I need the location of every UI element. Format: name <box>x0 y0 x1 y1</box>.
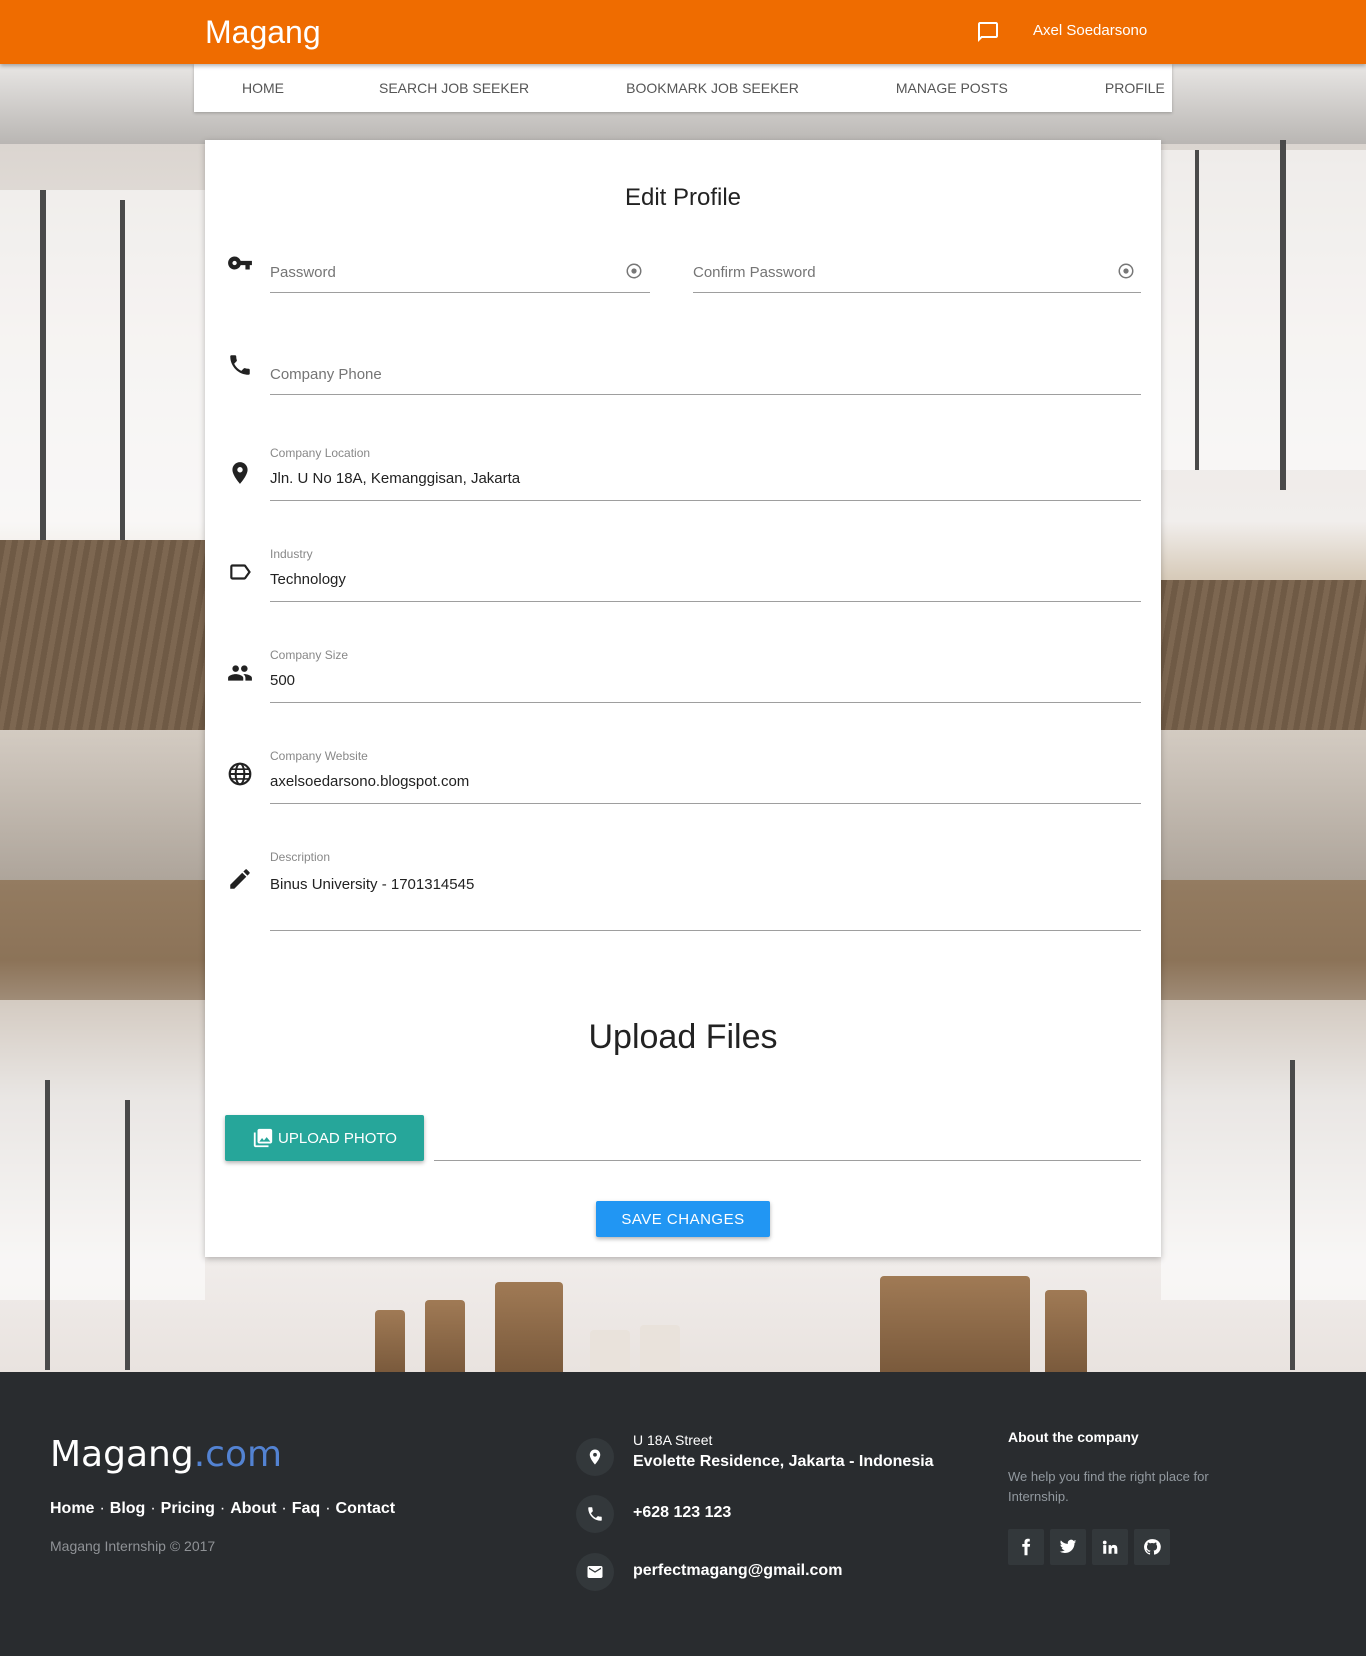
chat-icon[interactable] <box>976 20 1000 44</box>
photo-library-icon <box>253 1128 273 1148</box>
tag-icon <box>230 564 251 580</box>
globe-icon <box>228 762 252 786</box>
phone-icon <box>230 355 250 375</box>
company-website-underline <box>270 803 1141 804</box>
confirm-password-field[interactable] <box>693 262 1083 282</box>
key-icon <box>228 256 252 270</box>
edit-profile-card: Edit Profile Company Location Jln. U No … <box>205 140 1161 1257</box>
description-field[interactable]: Binus University - 1701314545 <box>270 876 474 893</box>
password-field[interactable] <box>270 262 620 282</box>
company-location-row: Company Location Jln. U No 18A, Kemanggi… <box>205 446 1161 536</box>
eye-icon[interactable] <box>625 262 643 280</box>
twitter-button[interactable] <box>1050 1529 1086 1565</box>
user-name[interactable]: Axel Soedarsono <box>1033 22 1147 39</box>
company-phone-row <box>205 352 1161 432</box>
company-location-underline <box>270 500 1141 501</box>
company-size-field[interactable]: 500 <box>270 672 295 689</box>
page-title: Edit Profile <box>624 184 742 211</box>
tab-profile[interactable]: PROFILE <box>1105 64 1165 112</box>
people-icon <box>228 665 252 681</box>
footer-link-blog[interactable]: Blog <box>110 1500 146 1517</box>
footer-links: Home · Blog · Pricing · About · Faq · Contact <box>50 1500 396 1517</box>
footer-phone-number: +628 123 123 <box>633 1504 732 1521</box>
github-button[interactable] <box>1134 1529 1170 1565</box>
company-website-row: Company Website axelsoedarsono.blogspot.… <box>205 749 1161 839</box>
footer-link-about[interactable]: About <box>230 1500 276 1517</box>
tab-search-job-seeker[interactable]: SEARCH JOB SEEKER <box>379 64 529 112</box>
footer-email-address[interactable]: perfectmagang@gmail.com <box>633 1562 842 1580</box>
twitter-icon <box>1059 1539 1077 1554</box>
company-size-underline <box>270 702 1141 703</box>
footer-link-pricing[interactable]: Pricing <box>161 1500 215 1517</box>
description-row: Description Binus University - 170131454… <box>205 850 1161 970</box>
brand-logo[interactable]: Magang <box>205 14 321 51</box>
industry-label: Industry <box>270 547 313 561</box>
upload-photo-button[interactable]: UPLOAD PHOTO <box>225 1115 424 1161</box>
footer-logo: Magang.com <box>50 1434 283 1475</box>
password-row <box>205 250 1161 330</box>
phone-icon <box>588 1507 602 1521</box>
company-website-field[interactable]: axelsoedarsono.blogspot.com <box>270 773 469 790</box>
tab-home[interactable]: HOME <box>242 64 284 112</box>
footer-link-faq[interactable]: Faq <box>292 1500 320 1517</box>
upload-photo-label: UPLOAD PHOTO <box>278 1129 397 1147</box>
save-changes-button[interactable]: SAVE CHANGES <box>596 1201 770 1237</box>
top-app-bar: Magang Axel Soedarsono <box>0 0 1366 64</box>
company-website-label: Company Website <box>270 749 368 763</box>
company-location-label: Company Location <box>270 446 371 460</box>
company-size-row: Company Size 500 <box>205 648 1161 738</box>
footer-address-line1: U 18A Street <box>633 1432 713 1448</box>
footer-link-contact[interactable]: Contact <box>336 1500 396 1517</box>
facebook-icon <box>1022 1538 1031 1556</box>
location-pin-icon <box>589 1449 601 1465</box>
file-path-field[interactable] <box>434 1160 1141 1161</box>
tab-manage-posts[interactable]: MANAGE POSTS <box>896 64 1008 112</box>
linkedin-button[interactable] <box>1092 1529 1128 1565</box>
upload-section-title: Upload Files <box>588 1018 778 1056</box>
envelope-icon <box>587 1566 603 1578</box>
footer-address-line2: Evolette Residence, Jakarta - Indonesia <box>633 1453 934 1470</box>
github-icon <box>1144 1539 1161 1555</box>
description-underline <box>270 930 1141 931</box>
industry-field[interactable]: Technology <box>270 571 346 588</box>
linkedin-icon <box>1102 1540 1118 1554</box>
description-label: Description <box>270 850 331 864</box>
eye-icon[interactable] <box>1117 262 1135 280</box>
industry-underline <box>270 601 1141 602</box>
password-underline <box>270 292 650 293</box>
footer-link-home[interactable]: Home <box>50 1500 94 1517</box>
tab-bookmark-job-seeker[interactable]: BOOKMARK JOB SEEKER <box>626 64 799 112</box>
facebook-button[interactable] <box>1008 1529 1044 1565</box>
footer-copyright: Magang Internship © 2017 <box>50 1538 216 1554</box>
footer-about-title: About the company <box>1008 1429 1139 1445</box>
confirm-password-underline <box>693 292 1141 293</box>
company-phone-field[interactable] <box>270 364 1130 384</box>
location-pin-icon <box>232 462 248 484</box>
industry-row: Industry Technology <box>205 547 1161 637</box>
pencil-icon <box>230 869 250 889</box>
company-location-field[interactable]: Jln. U No 18A, Kemanggisan, Jakarta <box>270 470 520 487</box>
company-phone-underline <box>270 394 1141 395</box>
company-size-label: Company Size <box>270 648 349 662</box>
footer-about-text: We help you find the right place for Int… <box>1008 1469 1209 1504</box>
main-nav: HOME SEARCH JOB SEEKER BOOKMARK JOB SEEK… <box>194 64 1172 112</box>
footer: Magang.com Home · Blog · Pricing · About · Faq · C… <box>0 1372 1366 1656</box>
